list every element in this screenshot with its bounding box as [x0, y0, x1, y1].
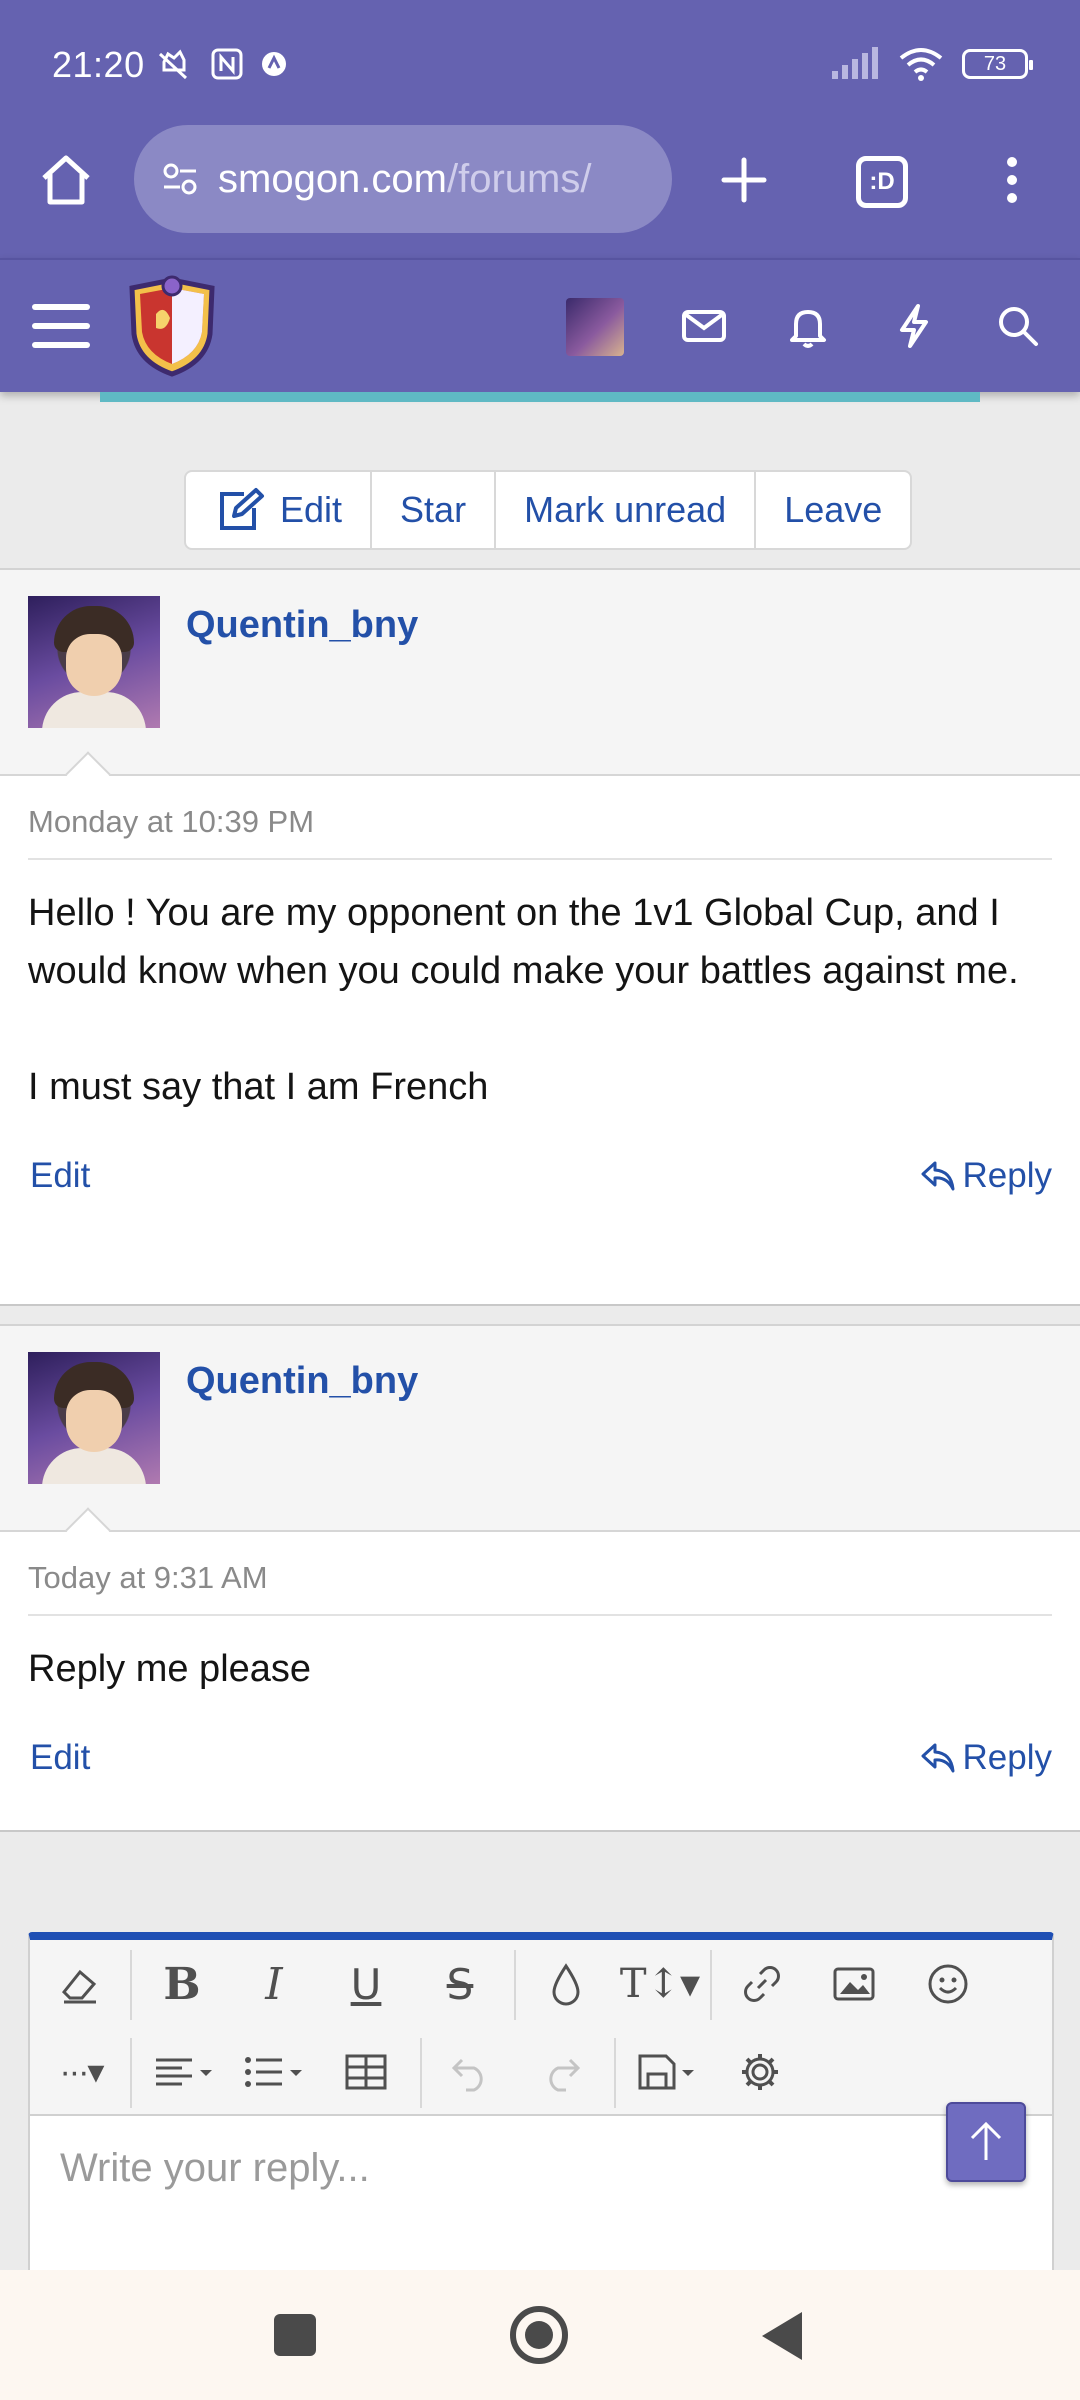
nfc-icon — [211, 48, 243, 80]
site-settings-icon[interactable] — [160, 159, 200, 199]
message-post: Quentin_bny Today at 9:31 AM Reply me pl… — [0, 1324, 1080, 1832]
wifi-icon — [899, 48, 943, 81]
gear-icon[interactable] — [730, 2042, 790, 2102]
bell-icon[interactable] — [782, 300, 834, 352]
message-text: Hello ! You are my opponent on the 1v1 G… — [28, 892, 1019, 1108]
redo-icon[interactable] — [532, 2042, 592, 2102]
url-text: smogon.com/forums/ — [218, 157, 591, 202]
underline-icon[interactable]: U — [336, 1954, 396, 2014]
message-date[interactable]: Today at 9:31 AM — [28, 1532, 1052, 1616]
message-author[interactable]: Quentin_bny — [186, 1360, 418, 1403]
italic-icon[interactable]: I — [244, 1954, 304, 2014]
edit-message-link[interactable]: Edit — [30, 1738, 90, 1778]
menu-icon[interactable] — [30, 300, 94, 352]
link-icon[interactable] — [732, 1954, 792, 2014]
reply-link[interactable]: Reply — [919, 1738, 1052, 1778]
message-header: Quentin_bny — [0, 1326, 1080, 1553]
system-navigation-bar — [0, 2270, 1080, 2400]
edit-thread-button[interactable]: Edit — [186, 472, 373, 548]
banner-image — [100, 392, 980, 402]
editor-toolbar-row: B I U S T↕▾ — [30, 1940, 1052, 2028]
reply-editor: B I U S T↕▾ ···▾ Write your reply... — [28, 1932, 1054, 2272]
reply-input[interactable]: Write your reply... — [60, 2146, 370, 2191]
status-time: 21:20 — [52, 44, 145, 85]
more-vert-icon[interactable] — [992, 150, 1032, 210]
user-avatar[interactable] — [566, 298, 624, 356]
avatar[interactable] — [28, 1352, 160, 1484]
font-size-icon[interactable]: T↕▾ — [620, 1954, 700, 2014]
app-notification-icon — [262, 52, 286, 76]
url-domain: smogon.com — [218, 156, 447, 201]
status-notification-icons — [152, 44, 288, 84]
reply-icon — [921, 1161, 955, 1191]
smiley-icon[interactable] — [918, 1954, 978, 2014]
table-icon[interactable] — [336, 2042, 396, 2102]
home-button[interactable] — [510, 2306, 568, 2364]
home-icon[interactable] — [36, 150, 96, 210]
eraser-icon[interactable] — [50, 1954, 110, 2014]
url-path: /forums/ — [446, 156, 592, 201]
undo-icon[interactable] — [440, 2042, 500, 2102]
save-draft-icon[interactable] — [630, 2042, 706, 2102]
mark-unread-button[interactable]: Mark unread — [496, 472, 757, 548]
plus-icon[interactable] — [714, 150, 774, 210]
message-author[interactable]: Quentin_bny — [186, 604, 418, 647]
message-header: Quentin_bny — [0, 570, 1080, 797]
search-icon[interactable] — [992, 300, 1044, 352]
message-post: Quentin_bny Monday at 10:39 PM Hello ! Y… — [0, 568, 1080, 1306]
message-date[interactable]: Monday at 10:39 PM — [28, 776, 1052, 860]
thread-action-bar: Edit Star Mark unread Leave — [184, 470, 913, 550]
strikethrough-icon[interactable]: S — [430, 1954, 490, 2014]
battery-indicator: 73 — [962, 49, 1033, 79]
recents-button[interactable] — [274, 2314, 316, 2356]
status-bar: 21:20 73 — [0, 0, 1080, 120]
reply-icon — [921, 1743, 955, 1773]
address-bar[interactable]: smogon.com/forums/ — [134, 125, 672, 233]
editor-toolbar-row: ···▾ — [30, 2028, 1052, 2116]
edit-message-link[interactable]: Edit — [30, 1156, 90, 1196]
mail-icon[interactable] — [678, 300, 730, 352]
arrow-up-icon — [970, 2121, 1002, 2160]
avatar[interactable] — [28, 596, 160, 728]
forum-header — [0, 258, 1080, 392]
message-text: Reply me please — [28, 1648, 312, 1690]
image-icon[interactable] — [824, 1954, 884, 2014]
more-options-icon[interactable]: ···▾ — [46, 2042, 116, 2102]
scroll-to-top-button[interactable] — [946, 2102, 1026, 2182]
star-button[interactable]: Star — [372, 472, 497, 548]
edit-icon — [220, 488, 264, 530]
smogon-logo[interactable] — [126, 274, 218, 378]
list-icon[interactable] — [236, 2042, 312, 2102]
reply-link[interactable]: Reply — [919, 1156, 1052, 1196]
signal-icon — [832, 47, 878, 79]
align-icon[interactable] — [146, 2042, 222, 2102]
bold-icon[interactable]: B — [152, 1954, 212, 2014]
bolt-icon[interactable] — [888, 300, 940, 352]
back-button[interactable] — [762, 2312, 802, 2360]
browser-toolbar: smogon.com/forums/ :D — [0, 120, 1080, 258]
vibrate-off-icon — [158, 49, 188, 80]
color-drop-icon[interactable] — [536, 1954, 596, 2014]
tab-switcher-button[interactable]: :D — [856, 156, 908, 208]
leave-button[interactable]: Leave — [756, 472, 910, 548]
